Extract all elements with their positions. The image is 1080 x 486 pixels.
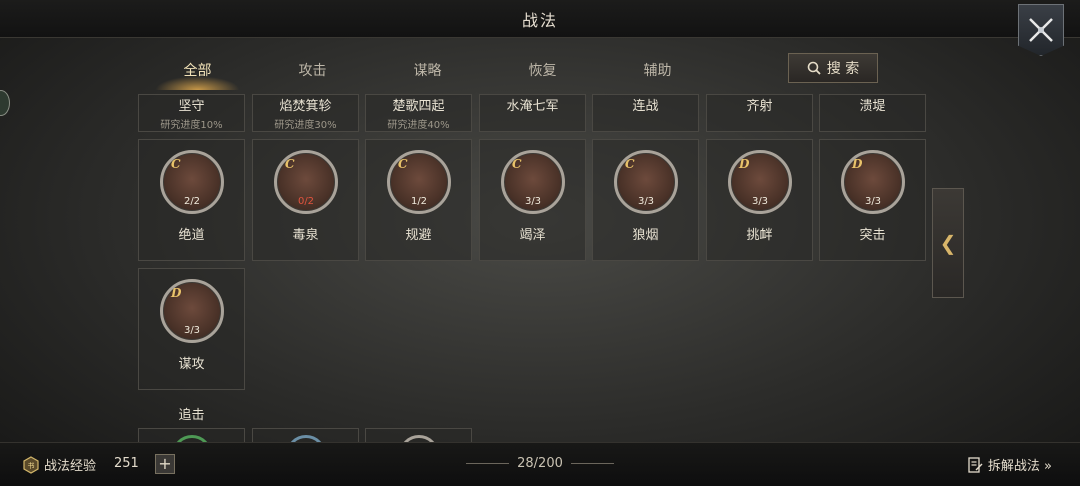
skill-count: 3/3 <box>864 196 882 207</box>
skill-name: 齐射 <box>746 99 773 114</box>
skill-name: 楚歌四起 <box>392 99 445 114</box>
tab-strategy[interactable]: 谋略 <box>370 52 485 90</box>
research-progress: 研究进度30% <box>274 120 337 131</box>
dismantle-label: 拆解战法 » <box>987 459 1052 474</box>
skill-portrait: D 3/3 <box>841 150 905 214</box>
research-progress: 研究进度40% <box>387 120 450 131</box>
page-title: 战法 <box>521 10 558 30</box>
skill-count: 3/3 <box>637 196 655 207</box>
skill-card[interactable]: C 0/2 毒泉 <box>252 139 359 261</box>
skill-card[interactable]: 水淹七军 <box>479 94 586 132</box>
search-button[interactable]: 搜 索 <box>788 53 878 83</box>
skill-grade: D <box>852 157 863 171</box>
skill-name: 焰焚箕轸 <box>279 99 332 114</box>
svg-text:书: 书 <box>28 461 35 470</box>
bottom-bar: 书 战法经验 251 + 28/200 拆解战法 » <box>0 442 1080 486</box>
skill-count: 0/2 <box>297 196 315 207</box>
skill-grade: D <box>171 286 182 300</box>
skill-grade: C <box>625 157 635 171</box>
skill-card[interactable]: 焰焚箕轸 研究进度30% <box>252 94 359 132</box>
skill-count: 2/2 <box>183 196 201 207</box>
skill-card[interactable]: 溃堤 <box>819 94 926 132</box>
skill-name: 规避 <box>405 228 432 243</box>
skill-name: 坚守 <box>178 99 205 114</box>
tab-attack[interactable]: 攻击 <box>255 52 370 90</box>
skill-card[interactable]: C 1/2 规避 <box>365 139 472 261</box>
skill-portrait: C 0/2 <box>274 150 338 214</box>
title-bar: 战法 <box>0 0 1080 38</box>
skill-capacity: 28/200 <box>466 456 614 471</box>
skill-card[interactable] <box>252 428 359 442</box>
skill-exp-value: 251 <box>114 456 139 471</box>
research-progress: 研究进度10% <box>160 120 223 131</box>
skill-name: 水淹七军 <box>506 99 559 114</box>
skill-card[interactable]: 坚守 研究进度10% <box>138 94 245 132</box>
skill-count: 1/2 <box>410 196 428 207</box>
dismantle-document-icon <box>968 456 983 473</box>
skill-card[interactable]: C 2/2 绝道 <box>138 139 245 261</box>
divider <box>466 463 510 464</box>
skill-portrait <box>286 435 326 442</box>
skill-grade: C <box>398 157 408 171</box>
skill-card[interactable]: D 3/3 突击 <box>819 139 926 261</box>
skill-card[interactable]: D 3/3 谋攻 <box>138 268 245 390</box>
tab-support[interactable]: 辅助 <box>600 52 715 90</box>
capacity-value: 28/200 <box>517 456 563 471</box>
skill-exp-label-group: 书 战法经验 <box>22 455 96 474</box>
skill-count: 3/3 <box>751 196 769 207</box>
skill-portrait: D 3/3 <box>160 279 224 343</box>
skill-grade: D <box>739 157 750 171</box>
skill-name: 突击 <box>859 228 886 243</box>
skill-name: 谋攻 <box>178 357 205 372</box>
skill-exp-label: 战法经验 <box>44 459 97 474</box>
tab-all[interactable]: 全部 <box>140 52 255 90</box>
skill-name: 溃堤 <box>859 99 886 114</box>
skill-card[interactable]: C 3/3 竭泽 <box>479 139 586 261</box>
skill-portrait: C 3/3 <box>614 150 678 214</box>
skill-card[interactable]: C 3/3 狼烟 <box>592 139 699 261</box>
skill-name: 狼烟 <box>632 228 659 243</box>
left-side-handle[interactable] <box>0 90 10 116</box>
skill-portrait <box>399 435 439 442</box>
skill-grade: C <box>285 157 295 171</box>
skill-card[interactable] <box>365 428 472 442</box>
skill-name: 竭泽 <box>519 228 546 243</box>
skill-grid: 坚守 研究进度10% 焰焚箕轸 研究进度30% 楚歌四起 研究进度40% 水淹七… <box>138 94 928 442</box>
skill-grade: C <box>512 157 522 171</box>
skill-portrait: C 1/2 <box>387 150 451 214</box>
divider <box>570 463 614 464</box>
search-label: 搜 索 <box>826 61 860 77</box>
chevron-left-icon: ❮ <box>939 231 957 255</box>
exp-book-icon: 书 <box>23 455 39 474</box>
skill-card[interactable]: 齐射 <box>706 94 813 132</box>
skill-grade: C <box>171 157 181 171</box>
skill-card[interactable]: 连战 <box>592 94 699 132</box>
add-exp-button[interactable]: + <box>155 454 175 474</box>
tab-recovery[interactable]: 恢复 <box>485 52 600 90</box>
skill-portrait: C 2/2 <box>160 150 224 214</box>
skill-card[interactable] <box>138 428 245 442</box>
dismantle-skill-button[interactable]: 拆解战法 » <box>967 455 1052 474</box>
skill-card[interactable]: 楚歌四起 研究进度40% <box>365 94 472 132</box>
crossed-swords-close-icon <box>1029 18 1053 42</box>
skill-portrait: D 3/3 <box>728 150 792 214</box>
skill-name: 连战 <box>632 99 659 114</box>
skill-portrait: C 3/3 <box>501 150 565 214</box>
skill-name: 毒泉 <box>292 228 319 243</box>
skill-count: 3/3 <box>183 325 201 336</box>
skill-name: 绝道 <box>178 228 205 243</box>
close-button[interactable] <box>1018 4 1064 56</box>
expand-panel-button[interactable]: ❮ <box>932 188 964 298</box>
section-title-pursuit: 追击 <box>178 408 205 423</box>
skill-portrait <box>172 435 212 442</box>
search-icon <box>807 61 821 75</box>
skill-name: 挑衅 <box>746 228 773 243</box>
skill-card[interactable]: D 3/3 挑衅 <box>706 139 813 261</box>
skill-count: 3/3 <box>524 196 542 207</box>
